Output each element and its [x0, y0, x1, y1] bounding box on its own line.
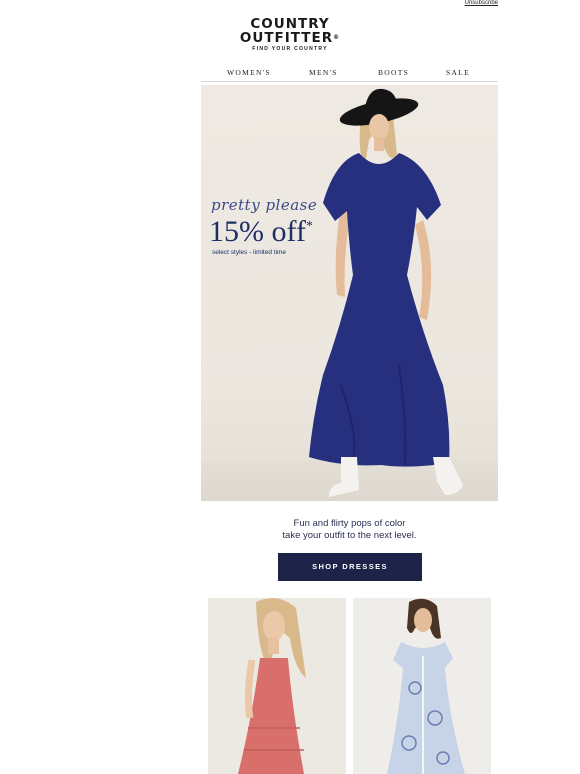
nav-item-sale[interactable]: SALE [446, 68, 470, 77]
product-image-pink-dress[interactable] [208, 598, 346, 774]
logo-line-1: COUNTRY [250, 16, 330, 32]
logo-line-2: OUTFITTER® [239, 30, 341, 46]
nav-item-mens[interactable]: MEN'S [309, 68, 338, 77]
hero-discount: 15% off* [209, 215, 313, 248]
promo-line-2: take your outfit to the next level. [282, 530, 417, 541]
main-nav: WOMEN'S MEN'S BOOTS SALE [201, 66, 498, 82]
country-outfitter-logo[interactable]: COUNTRY OUTFITTER® FIND YOUR COUNTRY [205, 17, 375, 52]
shop-dresses-button[interactable]: SHOP DRESSES [278, 553, 422, 581]
hero-script-text: pretty please [211, 196, 318, 214]
model-navy-dress-image [309, 88, 463, 497]
promo-line-1: Fun and flirty pops of color [293, 518, 406, 529]
unsubscribe-link[interactable]: Unsubscribe [465, 0, 498, 6]
nav-item-boots[interactable]: BOOTS [378, 68, 409, 77]
hero-fine-print: select styles - limited time [212, 249, 287, 256]
promo-copy: Fun and flirty pops of color take your o… [201, 518, 498, 542]
hero-banner[interactable]: pretty please 15% off* select styles - l… [201, 85, 498, 501]
nav-item-womens[interactable]: WOMEN'S [227, 68, 271, 77]
pink-dress-photo [238, 598, 306, 774]
paisley-dress-photo [387, 598, 465, 774]
logo-tagline: FIND YOUR COUNTRY [252, 46, 328, 52]
product-image-paisley-dress[interactable] [353, 598, 491, 774]
